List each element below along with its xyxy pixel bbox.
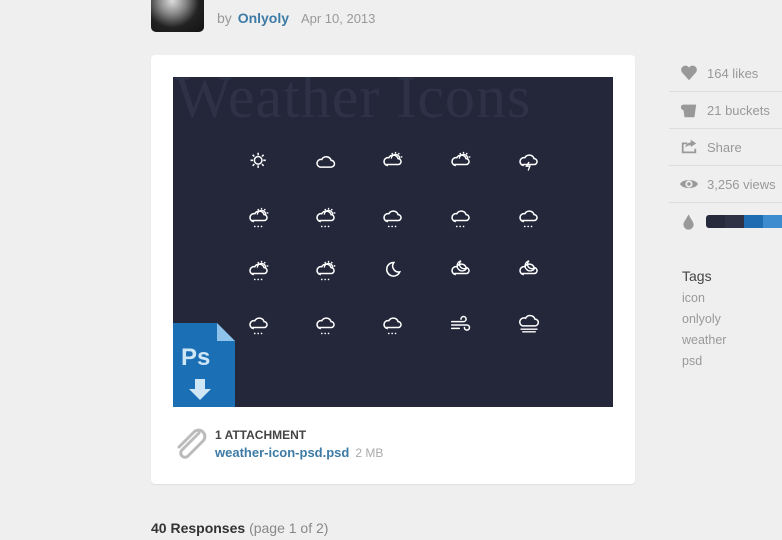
tag-link[interactable]: icon	[682, 291, 782, 305]
fog-icon	[519, 314, 539, 333]
responses-heading: 40 Responses (page 1 of 2)	[151, 520, 328, 536]
sun-cloud-heavy-rain-icon	[316, 207, 336, 228]
moon-cloud-icon	[451, 260, 470, 276]
author-avatar[interactable]	[151, 0, 204, 32]
shot-image[interactable]: Weather Icons Ps	[173, 77, 613, 407]
attachment-title: 1 ATTACHMENT	[215, 428, 307, 442]
buckets-count: 21 buckets	[707, 102, 770, 118]
palette-swatch[interactable]	[763, 215, 782, 228]
byline: by Onlyoly Apr 10, 2013	[217, 10, 375, 26]
ps-badge: Ps	[181, 344, 210, 371]
cloud-icon	[316, 156, 336, 168]
cloud-hail-heavy-icon	[383, 317, 402, 335]
sun-icon	[250, 152, 266, 168]
attachment-size: 2 MB	[355, 446, 384, 460]
tag-link[interactable]: psd	[682, 354, 782, 368]
post-date: Apr 10, 2013	[300, 11, 376, 26]
wind-icon	[450, 315, 471, 331]
sun-cloud-icon	[383, 151, 403, 167]
bucket-icon	[680, 104, 697, 118]
views-count: 3,256 views	[707, 176, 776, 192]
tag-link[interactable]: weather	[682, 333, 782, 347]
sun-cloud-partly-icon	[451, 151, 471, 167]
color-palette	[669, 203, 782, 240]
eye-icon	[680, 179, 698, 189]
likes-stat[interactable]: 164 likes	[669, 55, 782, 92]
shot-sidebar: 164 likes 21 buckets Share 3,256 views T…	[669, 55, 782, 368]
responses-page: (page 1 of 2)	[249, 520, 329, 536]
share-label: Share	[707, 139, 742, 155]
cloud-drizzle-light-icon	[249, 317, 268, 335]
cloud-drizzle-icon	[383, 210, 402, 228]
palette-swatch[interactable]	[725, 215, 745, 228]
attachment-link[interactable]: weather-icon-psd.psd	[215, 445, 349, 460]
photoshop-file-icon[interactable]: Ps	[173, 323, 235, 407]
paperclip-icon	[177, 428, 207, 459]
sun-cloud-snow-icon	[249, 260, 269, 281]
cloud-snow-icon	[519, 210, 538, 228]
cloud-rain-icon	[451, 210, 470, 228]
palette-swatch[interactable]	[706, 215, 726, 228]
sun-cloud-rain-icon	[249, 207, 269, 228]
shot-watermark: Weather Icons	[175, 77, 532, 130]
sun-cloud-snow-heavy-icon	[316, 260, 336, 281]
buckets-stat[interactable]: 21 buckets	[669, 92, 782, 129]
droplet-icon	[683, 213, 694, 230]
share-button[interactable]: Share	[669, 129, 782, 166]
author-link[interactable]: Onlyoly	[238, 10, 289, 26]
responses-count: 40 Responses	[151, 520, 246, 536]
cloud-hail-icon	[316, 317, 335, 335]
by-label: by	[217, 10, 232, 26]
tags-heading: Tags	[682, 268, 712, 284]
share-icon	[681, 139, 697, 154]
tag-link[interactable]: onlyoly	[682, 312, 782, 326]
palette-swatches[interactable]	[706, 215, 782, 228]
views-stat: 3,256 views	[669, 166, 782, 203]
heart-icon	[681, 65, 697, 81]
cloud-lightning-icon	[519, 154, 538, 171]
moon-icon	[385, 261, 402, 277]
palette-swatch[interactable]	[744, 215, 764, 228]
moon-cloud-partly-icon	[519, 260, 538, 276]
likes-count: 164 likes	[707, 65, 759, 81]
shot-card: Weather Icons Ps 1 ATTACHMENT weather-ic…	[151, 55, 635, 484]
